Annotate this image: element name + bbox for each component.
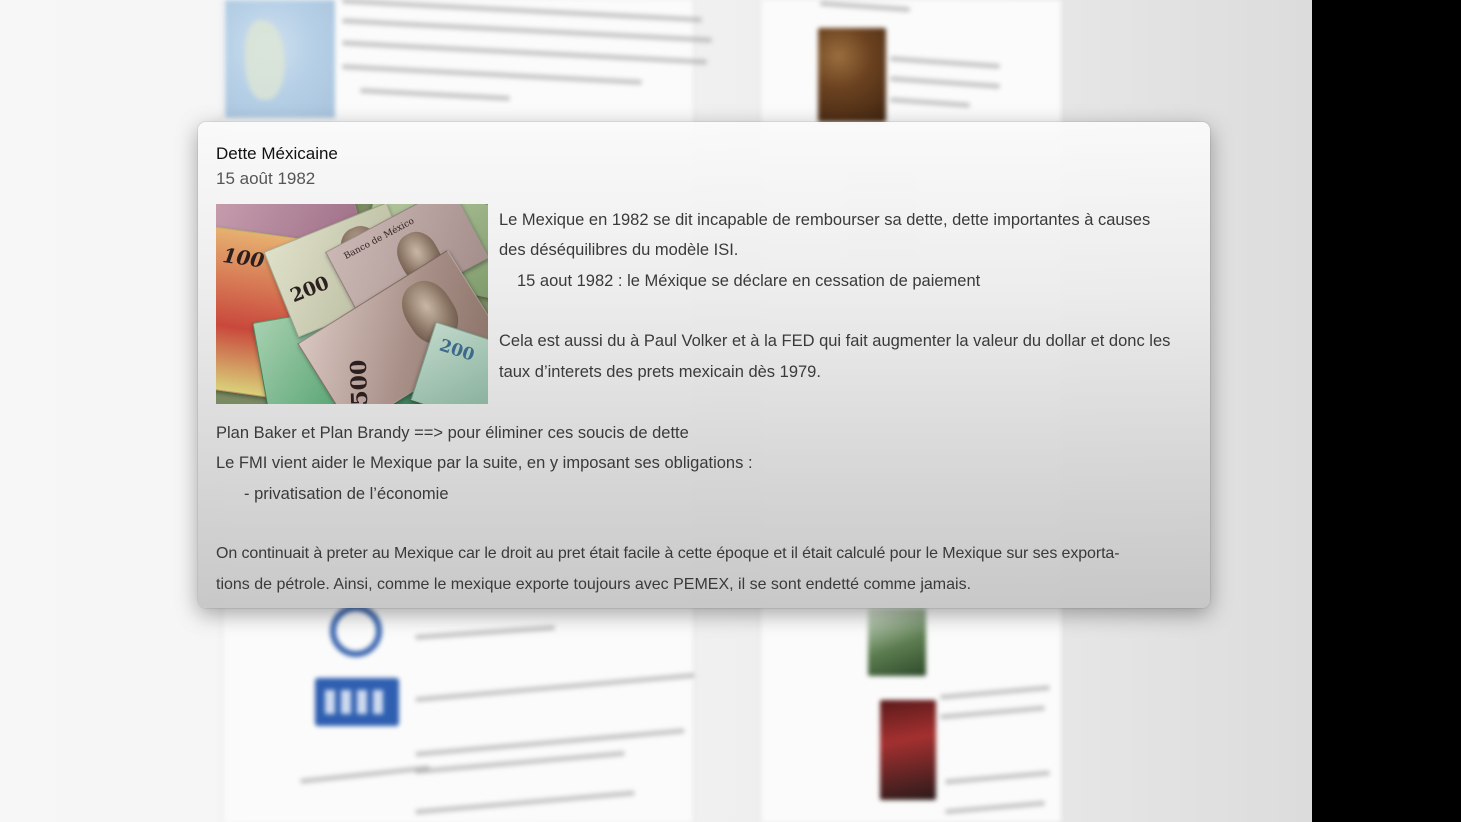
- background-photo-landscape: [868, 608, 926, 676]
- text-line: Le Mexique en 1982 se dit incapable de r…: [499, 211, 1151, 229]
- background-photo-crowd: [880, 700, 936, 800]
- info-card: Dette Méxicaine 15 août 1982 100 200 Ban…: [198, 122, 1210, 608]
- card-title: Dette Méxicaine: [216, 144, 338, 163]
- text-line: taux d’interets des prets mexicain dès 1…: [499, 363, 821, 381]
- card-date: 15 août 1982: [216, 169, 316, 188]
- banknote-value: 200: [436, 335, 477, 366]
- banknote-value: 200: [287, 271, 333, 308]
- text-line: Plan Baker et Plan Brandy ==> pour élimi…: [216, 424, 689, 442]
- text-line: Le FMI vient aider le Mexique par la sui…: [216, 454, 753, 472]
- mexican-banknotes-image: 100 200 Banco de México 500 200: [216, 204, 488, 404]
- banknote-value: 100: [221, 243, 266, 273]
- text-line: 15 aout 1982 : le Méxique se déclare en …: [517, 272, 981, 290]
- background-cepal-logo: [315, 678, 399, 726]
- text-line: Cela est aussi du à Paul Volker et à la …: [499, 332, 1171, 350]
- background-photo-spices: [818, 28, 886, 122]
- banknote-value: 500: [345, 359, 374, 404]
- bullet-item: - privatisation de l’économie: [244, 485, 449, 503]
- presentation-stage: Dette Méxicaine 15 août 1982 100 200 Ban…: [0, 0, 1461, 822]
- background-un-logo: [330, 605, 382, 657]
- text-line: des déséquilibres du modèle ISI.: [499, 241, 739, 259]
- text-line: On continuait à preter au Mexique car le…: [216, 545, 1120, 562]
- background-map-image: [225, 0, 335, 118]
- text-line: tions de pétrole. Ainsi, comme le mexiqu…: [216, 576, 972, 593]
